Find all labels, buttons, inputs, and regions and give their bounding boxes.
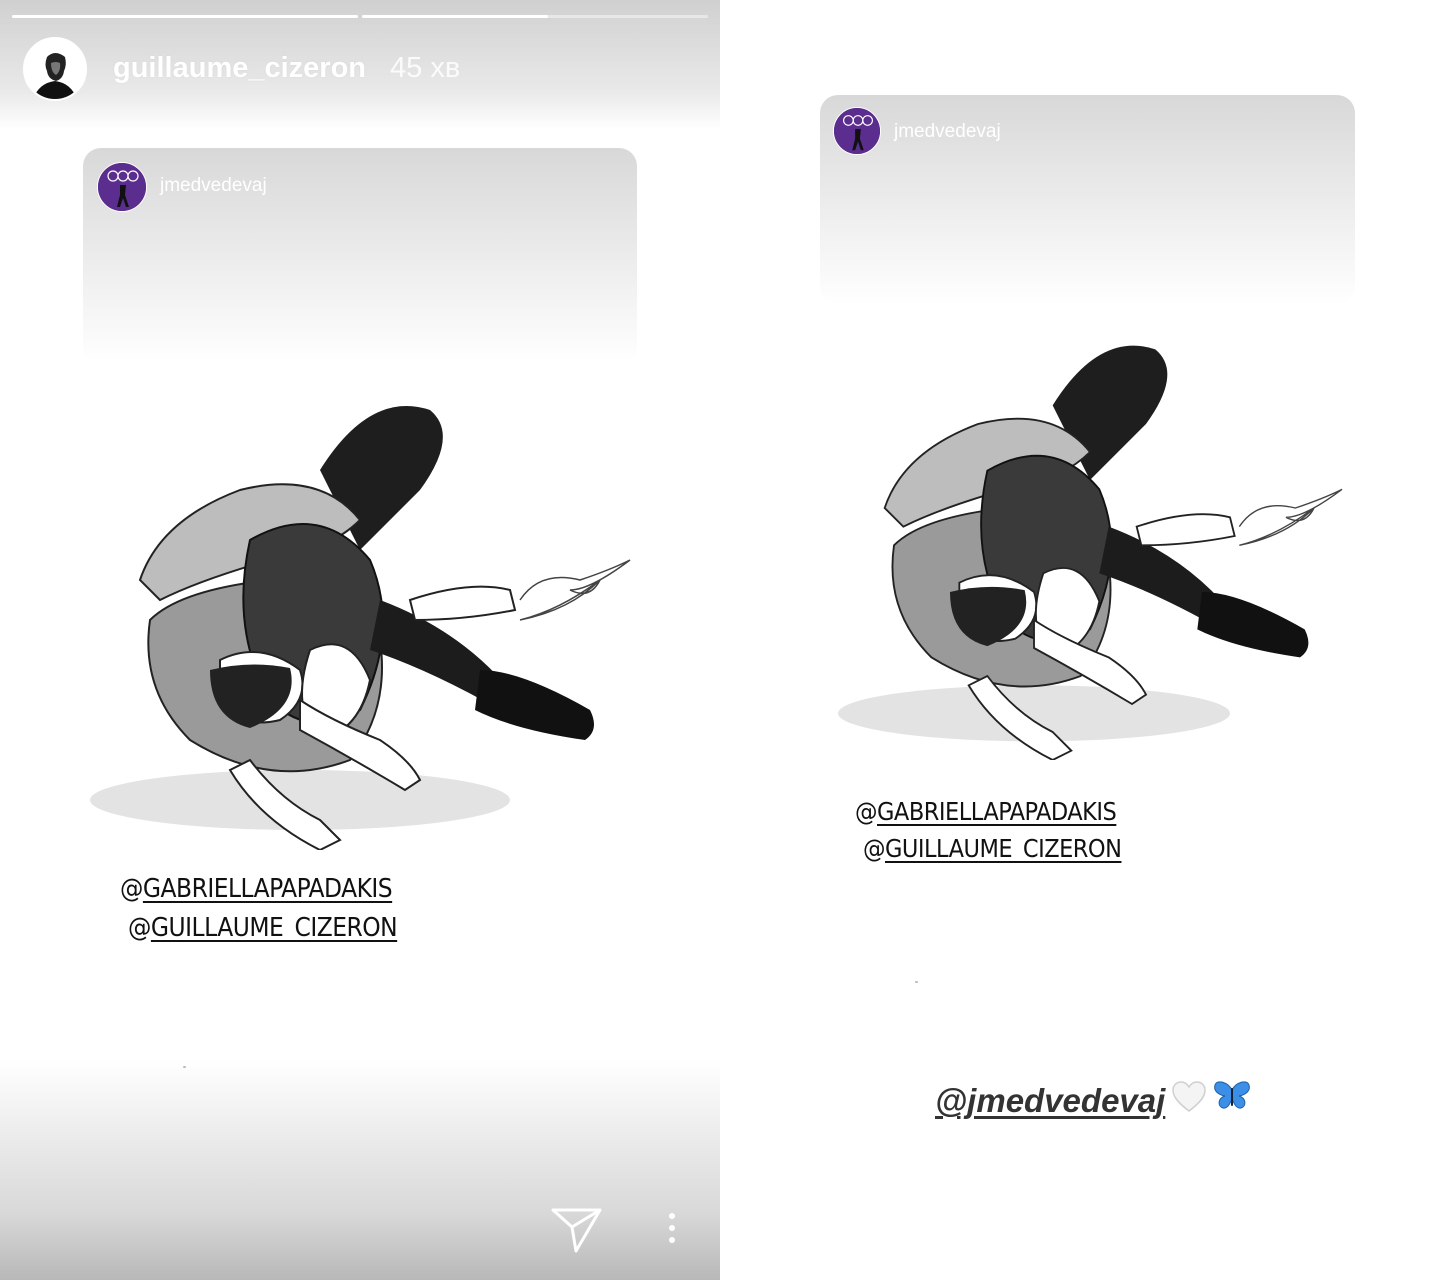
white-heart-icon [1171, 1080, 1207, 1122]
skating-illustration-right [838, 345, 1343, 760]
send-icon[interactable] [550, 1205, 604, 1255]
mention-gabriella-right[interactable]: @GABRIELLAPAPADAKIS [855, 797, 1117, 826]
author-username[interactable]: guillaume_cizeron [113, 52, 366, 85]
caption: @jmedvedevaj [935, 1080, 1251, 1122]
story-viewer: guillaume_cizeron 45 хв jmedvedevaj @GAB… [0, 0, 720, 1280]
bottom-gradient [0, 1060, 720, 1280]
repost-card-right[interactable]: jmedvedevaj [820, 95, 1355, 305]
stray-dot-right [915, 981, 918, 983]
skating-illustration [90, 406, 631, 850]
mention-guillaume[interactable]: @GUILLAUME_CIZERON [128, 913, 398, 943]
more-options-icon[interactable] [660, 1210, 684, 1250]
repost-avatar-right[interactable] [833, 107, 881, 155]
repost-username-right[interactable]: jmedvedevaj [894, 121, 1001, 143]
repost-avatar[interactable] [97, 162, 147, 212]
story-progress-1 [12, 15, 358, 18]
repost-username[interactable]: jmedvedevaj [160, 175, 267, 197]
butterfly-icon [1213, 1080, 1251, 1122]
mention-guillaume-right[interactable]: @GUILLAUME_CIZERON [863, 834, 1122, 863]
repost-card[interactable]: jmedvedevaj [83, 148, 637, 363]
author-avatar[interactable] [23, 37, 87, 101]
mention-gabriella[interactable]: @GABRIELLAPAPADAKIS [120, 874, 393, 904]
post-time: 45 хв [390, 52, 461, 84]
story-progress-2 [362, 15, 708, 18]
caption-mention[interactable]: @jmedvedevaj [935, 1082, 1165, 1120]
shared-story: jmedvedevaj @GABRIELLAPAPADAKIS @GUILLAU… [720, 0, 1441, 1280]
stray-dot [183, 1066, 186, 1068]
